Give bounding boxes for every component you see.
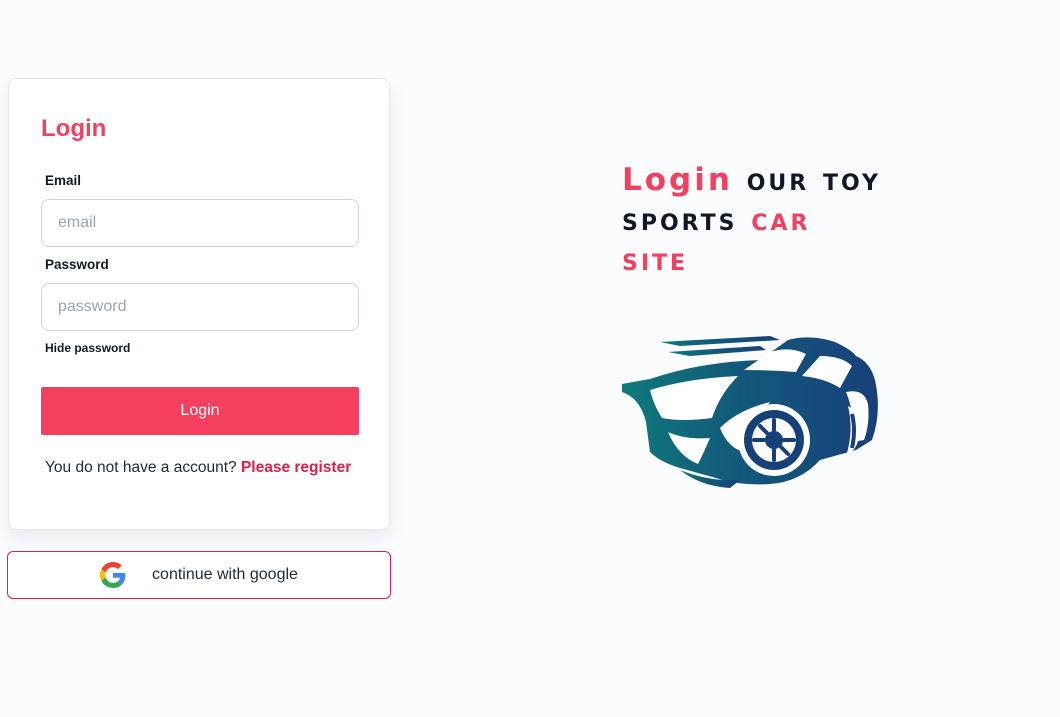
email-input[interactable] [41, 199, 359, 247]
register-link[interactable]: Please register [241, 459, 351, 476]
google-icon [100, 562, 126, 588]
hero-word-site: site [622, 242, 689, 278]
hero-word-login: Login [622, 162, 733, 198]
register-prompt-text: You do not have a account? [45, 459, 237, 476]
register-prompt: You do not have a account? Please regist… [45, 459, 351, 477]
hero-word-car: car [751, 202, 811, 238]
hide-password-toggle[interactable]: Hide password [45, 341, 130, 355]
login-card: Login Email Password Hide password Login… [8, 78, 390, 530]
sports-car-illustration [622, 336, 878, 488]
hero-word-our-toy: our toy [746, 162, 881, 198]
password-label: Password [45, 257, 109, 272]
google-signin-label: continue with google [152, 566, 298, 583]
hero-headline: Login our toy sports car site [622, 160, 942, 280]
login-title: Login [41, 115, 107, 142]
password-input[interactable] [41, 283, 359, 331]
login-page: Login Email Password Hide password Login… [0, 0, 1060, 717]
hero-word-sports: sports [622, 202, 738, 238]
email-label: Email [45, 173, 82, 188]
login-button[interactable]: Login [41, 387, 359, 435]
google-signin-button[interactable]: continue with google [7, 551, 391, 599]
